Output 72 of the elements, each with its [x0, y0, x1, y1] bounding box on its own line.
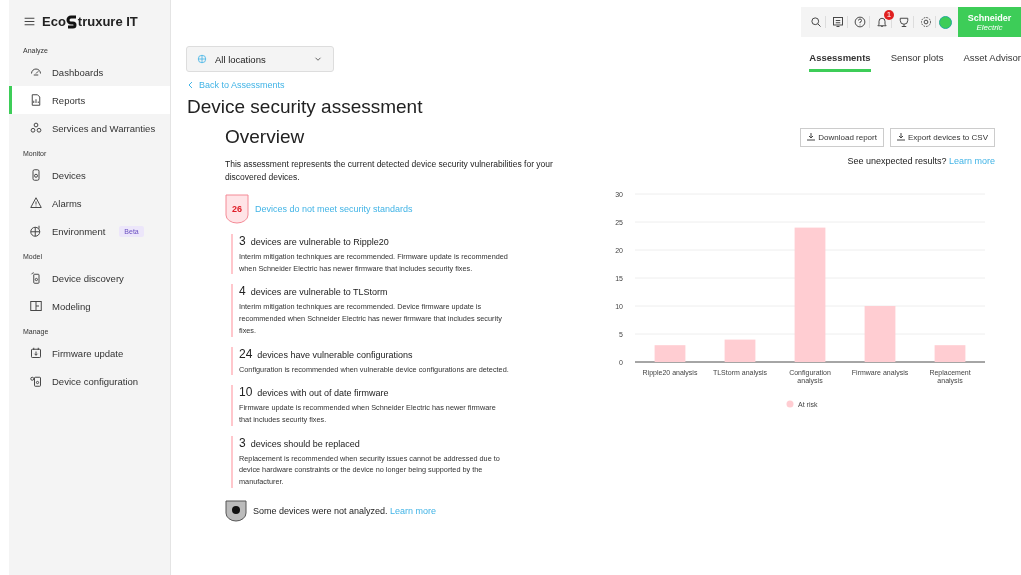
sidebar-item[interactable]: Firmware update	[9, 339, 170, 367]
notice-text: Some devices were not analyzed. Learn more	[253, 505, 437, 516]
sidebar-label: Firmware update	[52, 347, 124, 359]
export-button[interactable]: Export devices to CSV	[889, 127, 995, 147]
location-select[interactable]: All locations	[186, 46, 334, 72]
bar	[864, 306, 896, 362]
calendar-download-icon	[30, 347, 42, 359]
sidebar-label: Reports	[52, 94, 86, 106]
help-text: See unexpected results? Learn more	[847, 156, 995, 166]
circles-icon	[30, 122, 42, 134]
finding-count: 3	[239, 234, 246, 248]
sidebar-item[interactable]: Modeling	[9, 292, 170, 320]
sidebar-label: Dashboards	[52, 66, 104, 78]
sidebar-item[interactable]: Devices	[9, 161, 170, 189]
finding-title: devices are vulnerable to Ripple20	[250, 237, 389, 247]
sidebar-label: Devices	[52, 169, 86, 181]
bar	[934, 345, 966, 362]
sidebar-item[interactable]: Services and Warranties	[9, 114, 170, 142]
tab[interactable]: Sensor plots	[890, 52, 944, 72]
device-signal-icon	[30, 272, 42, 284]
logo-text: truxure IT	[77, 14, 138, 29]
chevron-left-icon	[187, 81, 193, 89]
globe-icon	[30, 225, 42, 237]
finding-count: 4	[239, 284, 246, 299]
logo-icon	[65, 14, 78, 29]
finding-count: 3	[239, 435, 246, 450]
report-icon	[30, 94, 42, 106]
sidebar-label: Services and Warranties	[52, 122, 156, 134]
sidebar-label: Environment	[52, 225, 106, 237]
download-icon	[896, 133, 905, 141]
tab[interactable]: Assessments	[809, 52, 871, 72]
sidebar-item[interactable]: Dashboards	[9, 58, 170, 86]
sidebar-item[interactable]: Device discovery	[9, 264, 170, 292]
sidebar-item[interactable]: Reports	[9, 86, 170, 114]
download-icon	[807, 133, 816, 141]
gauge-icon	[30, 66, 42, 78]
sidebar-label: Device configuration	[52, 375, 139, 387]
bell-icon[interactable]	[876, 16, 888, 28]
finding-title: devices have vulnerable configurations	[257, 349, 413, 360]
logo-text: Eco	[42, 14, 66, 29]
bar	[724, 339, 756, 362]
search-icon[interactable]	[810, 16, 822, 28]
menu-icon	[23, 15, 36, 28]
finding-title: devices should be replaced	[250, 438, 360, 449]
download-button[interactable]: Download report	[800, 127, 884, 147]
device-gear-icon	[30, 375, 42, 387]
tab[interactable]: Asset Advisor	[963, 52, 1021, 72]
sidebar-label: Alarms	[52, 197, 82, 209]
finding-count: 24	[239, 346, 253, 361]
description-text: This assessment represents the current detected device security vulnerabilities for your discovered devices.	[225, 158, 554, 184]
trophy-icon[interactable]	[898, 16, 910, 28]
sidebar-item[interactable]: Alarms	[9, 189, 170, 217]
finding-title: devices are vulnerable to TLStorm	[250, 287, 388, 298]
warning-icon	[30, 197, 42, 209]
sidebar-label: Device discovery	[52, 272, 124, 284]
finding-count: 10	[239, 385, 253, 400]
shield-count-icon: 26	[225, 194, 249, 224]
brand-logo: Schneider Electric	[958, 7, 1021, 37]
section-heading: Overview	[225, 126, 305, 148]
settings-icon[interactable]	[920, 16, 932, 28]
shield-question-icon	[225, 499, 247, 522]
sidebar-item[interactable]: Device configuration	[9, 367, 170, 395]
help-icon[interactable]	[854, 16, 866, 28]
device-icon	[30, 169, 42, 181]
layout-icon	[30, 300, 42, 312]
bar	[654, 345, 686, 362]
globe-icon	[197, 54, 207, 64]
finding-title: devices with out of date firmware	[257, 388, 389, 399]
notification-badge: 1	[884, 10, 894, 20]
monitor-icon[interactable]	[832, 16, 844, 28]
page-title: Device security assessment	[187, 96, 424, 118]
sidebar-label: Modeling	[52, 300, 91, 312]
